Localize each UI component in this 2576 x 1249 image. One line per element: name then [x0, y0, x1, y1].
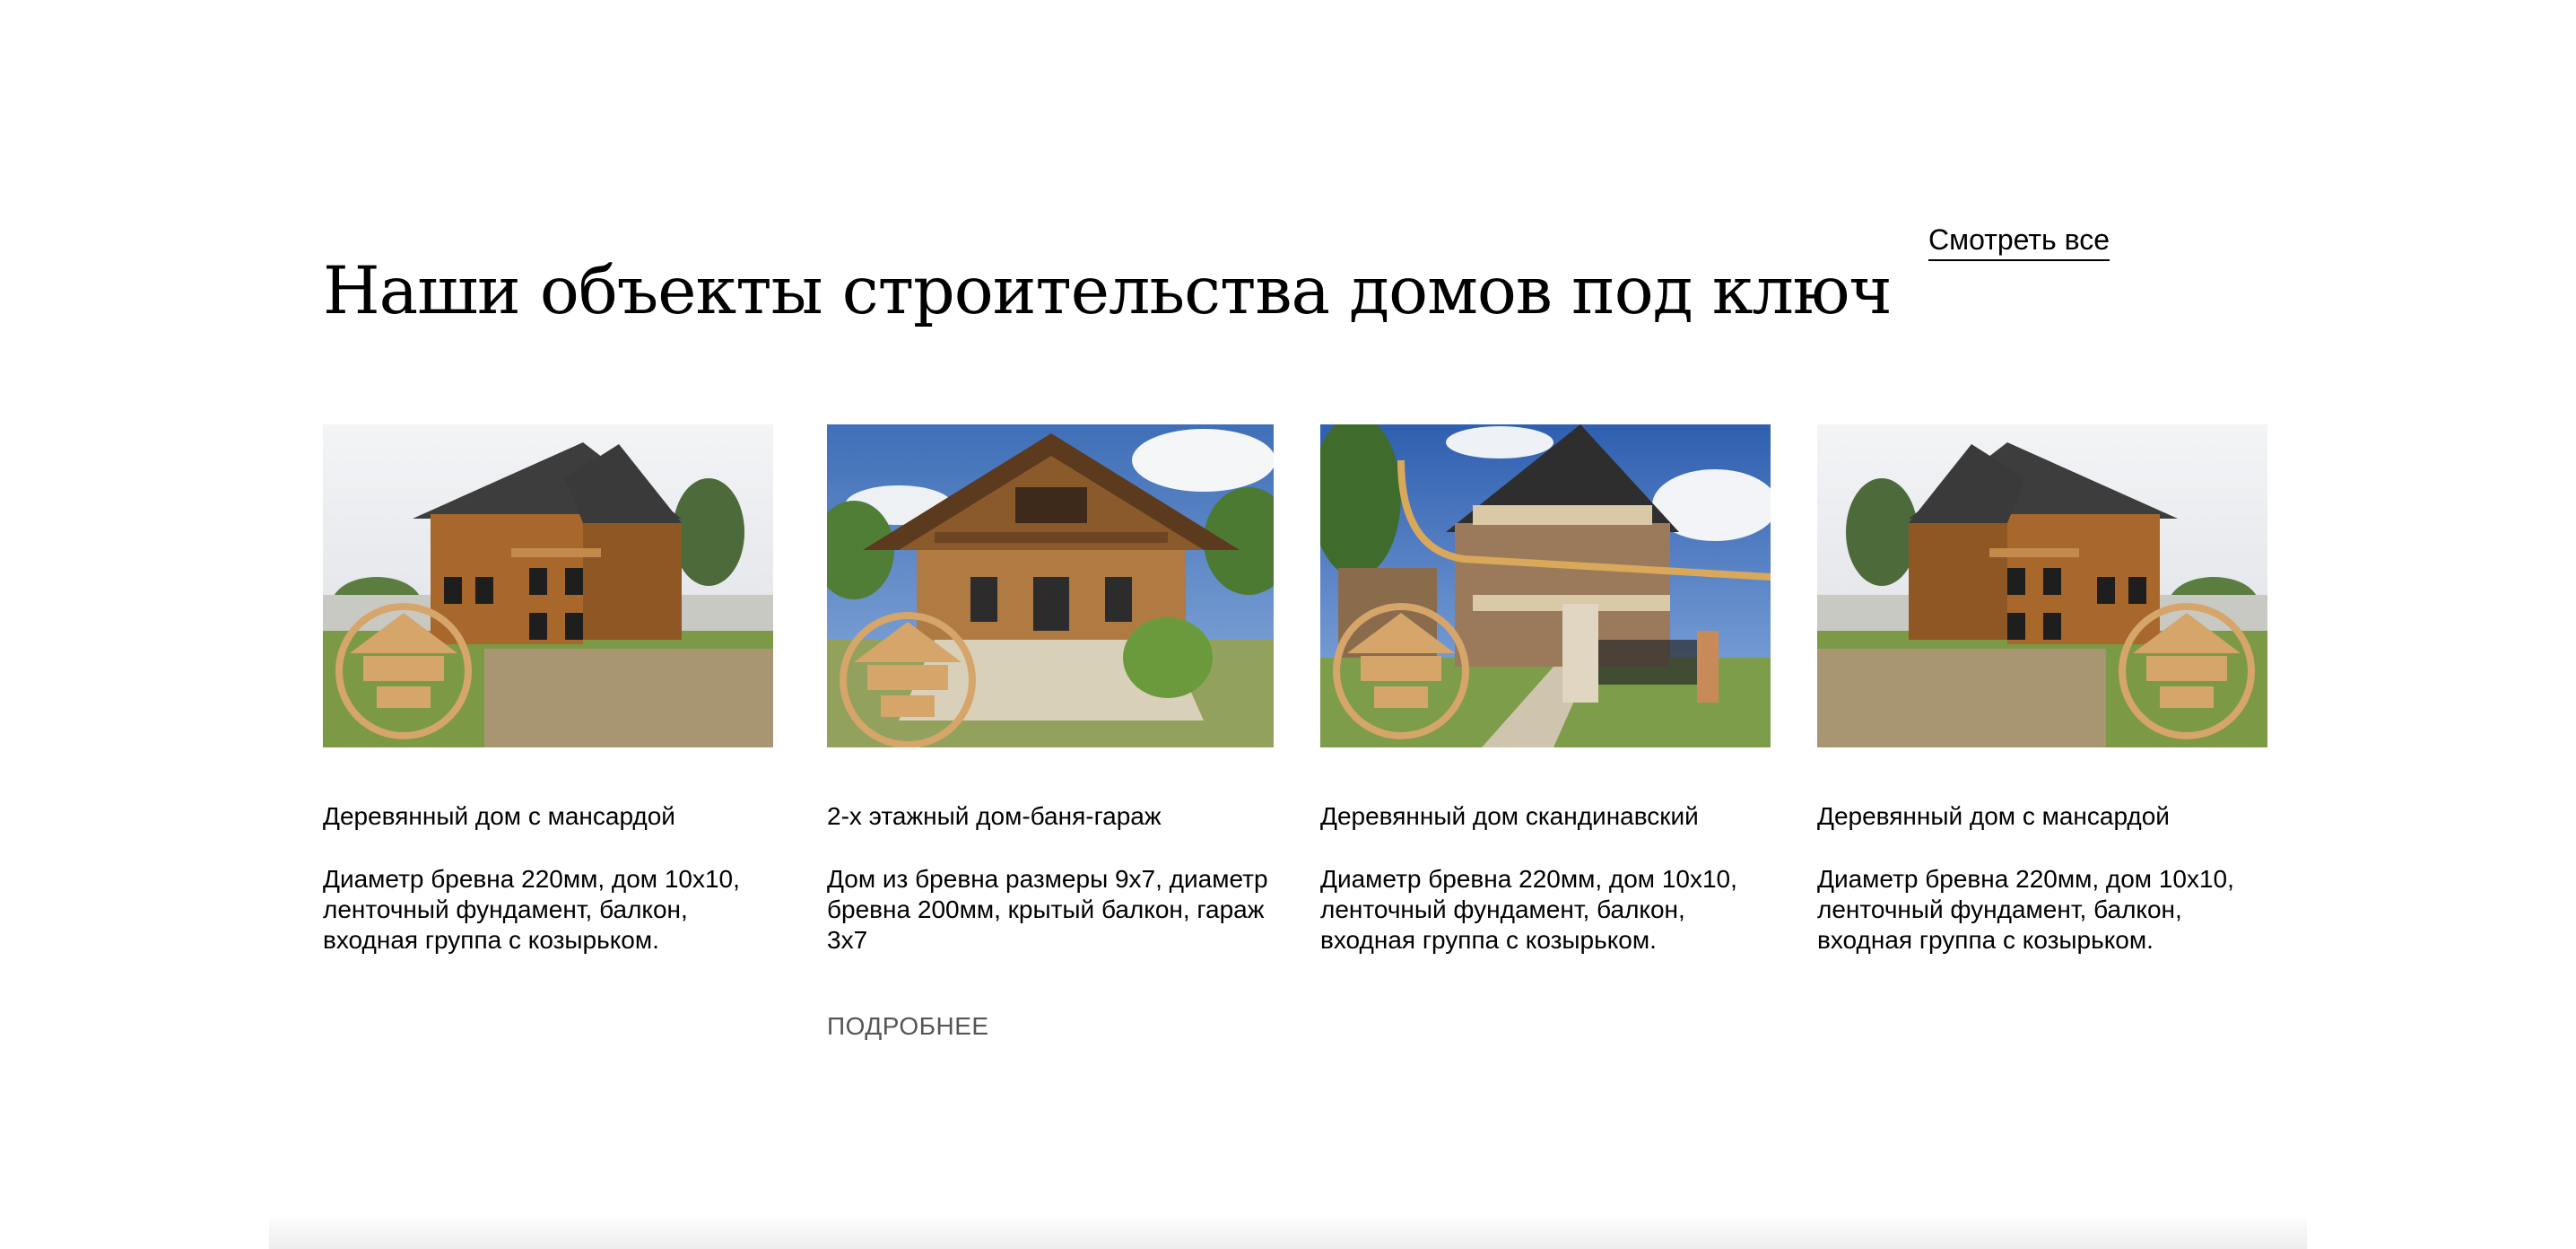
- project-title: Деревянный дом с мансардой: [1817, 802, 2170, 830]
- project-title: 2-х этажный дом-баня-гараж: [827, 802, 1162, 830]
- more-link[interactable]: ПОДРОБНЕЕ: [827, 1011, 989, 1042]
- house-photo-image: [827, 424, 1274, 747]
- house-photo-image: [1817, 424, 2267, 747]
- project-card: Деревянный дом с мансардой Диаметр бревн…: [1817, 424, 2267, 956]
- objects-section: Наши объекты строительства домов под клю…: [323, 0, 2267, 1249]
- house-photo-image: [323, 424, 773, 747]
- project-card: Деревянный дом с мансардой Диаметр бревн…: [323, 424, 773, 956]
- project-photo[interactable]: [323, 424, 773, 747]
- section-title: Наши объекты строительства домов под клю…: [323, 252, 1893, 329]
- project-photo[interactable]: [1817, 424, 2267, 747]
- project-card: 2-х этажный дом-баня-гараж Дом из бревна…: [827, 424, 1277, 1042]
- project-card: Деревянный дом скандинавский Диаметр бре…: [1320, 424, 1771, 956]
- next-section-edge: [269, 1213, 2307, 1249]
- view-all-link[interactable]: Смотреть все: [1928, 222, 2110, 261]
- project-title: Деревянный дом с мансардой: [323, 802, 675, 830]
- house-photo-image: [1320, 424, 1771, 747]
- project-description: Диаметр бревна 220мм, дом 10х10, ленточн…: [1817, 865, 2234, 954]
- project-description: Дом из бревна размеры 9х7, диаметр бревн…: [827, 865, 1268, 954]
- project-description: Диаметр бревна 220мм, дом 10х10, ленточн…: [1320, 865, 1737, 954]
- project-photo[interactable]: [1320, 424, 1771, 747]
- project-photo[interactable]: [827, 424, 1274, 747]
- project-description: Диаметр бревна 220мм, дом 10х10, ленточн…: [323, 865, 740, 954]
- project-title: Деревянный дом скандинавский: [1320, 802, 1699, 830]
